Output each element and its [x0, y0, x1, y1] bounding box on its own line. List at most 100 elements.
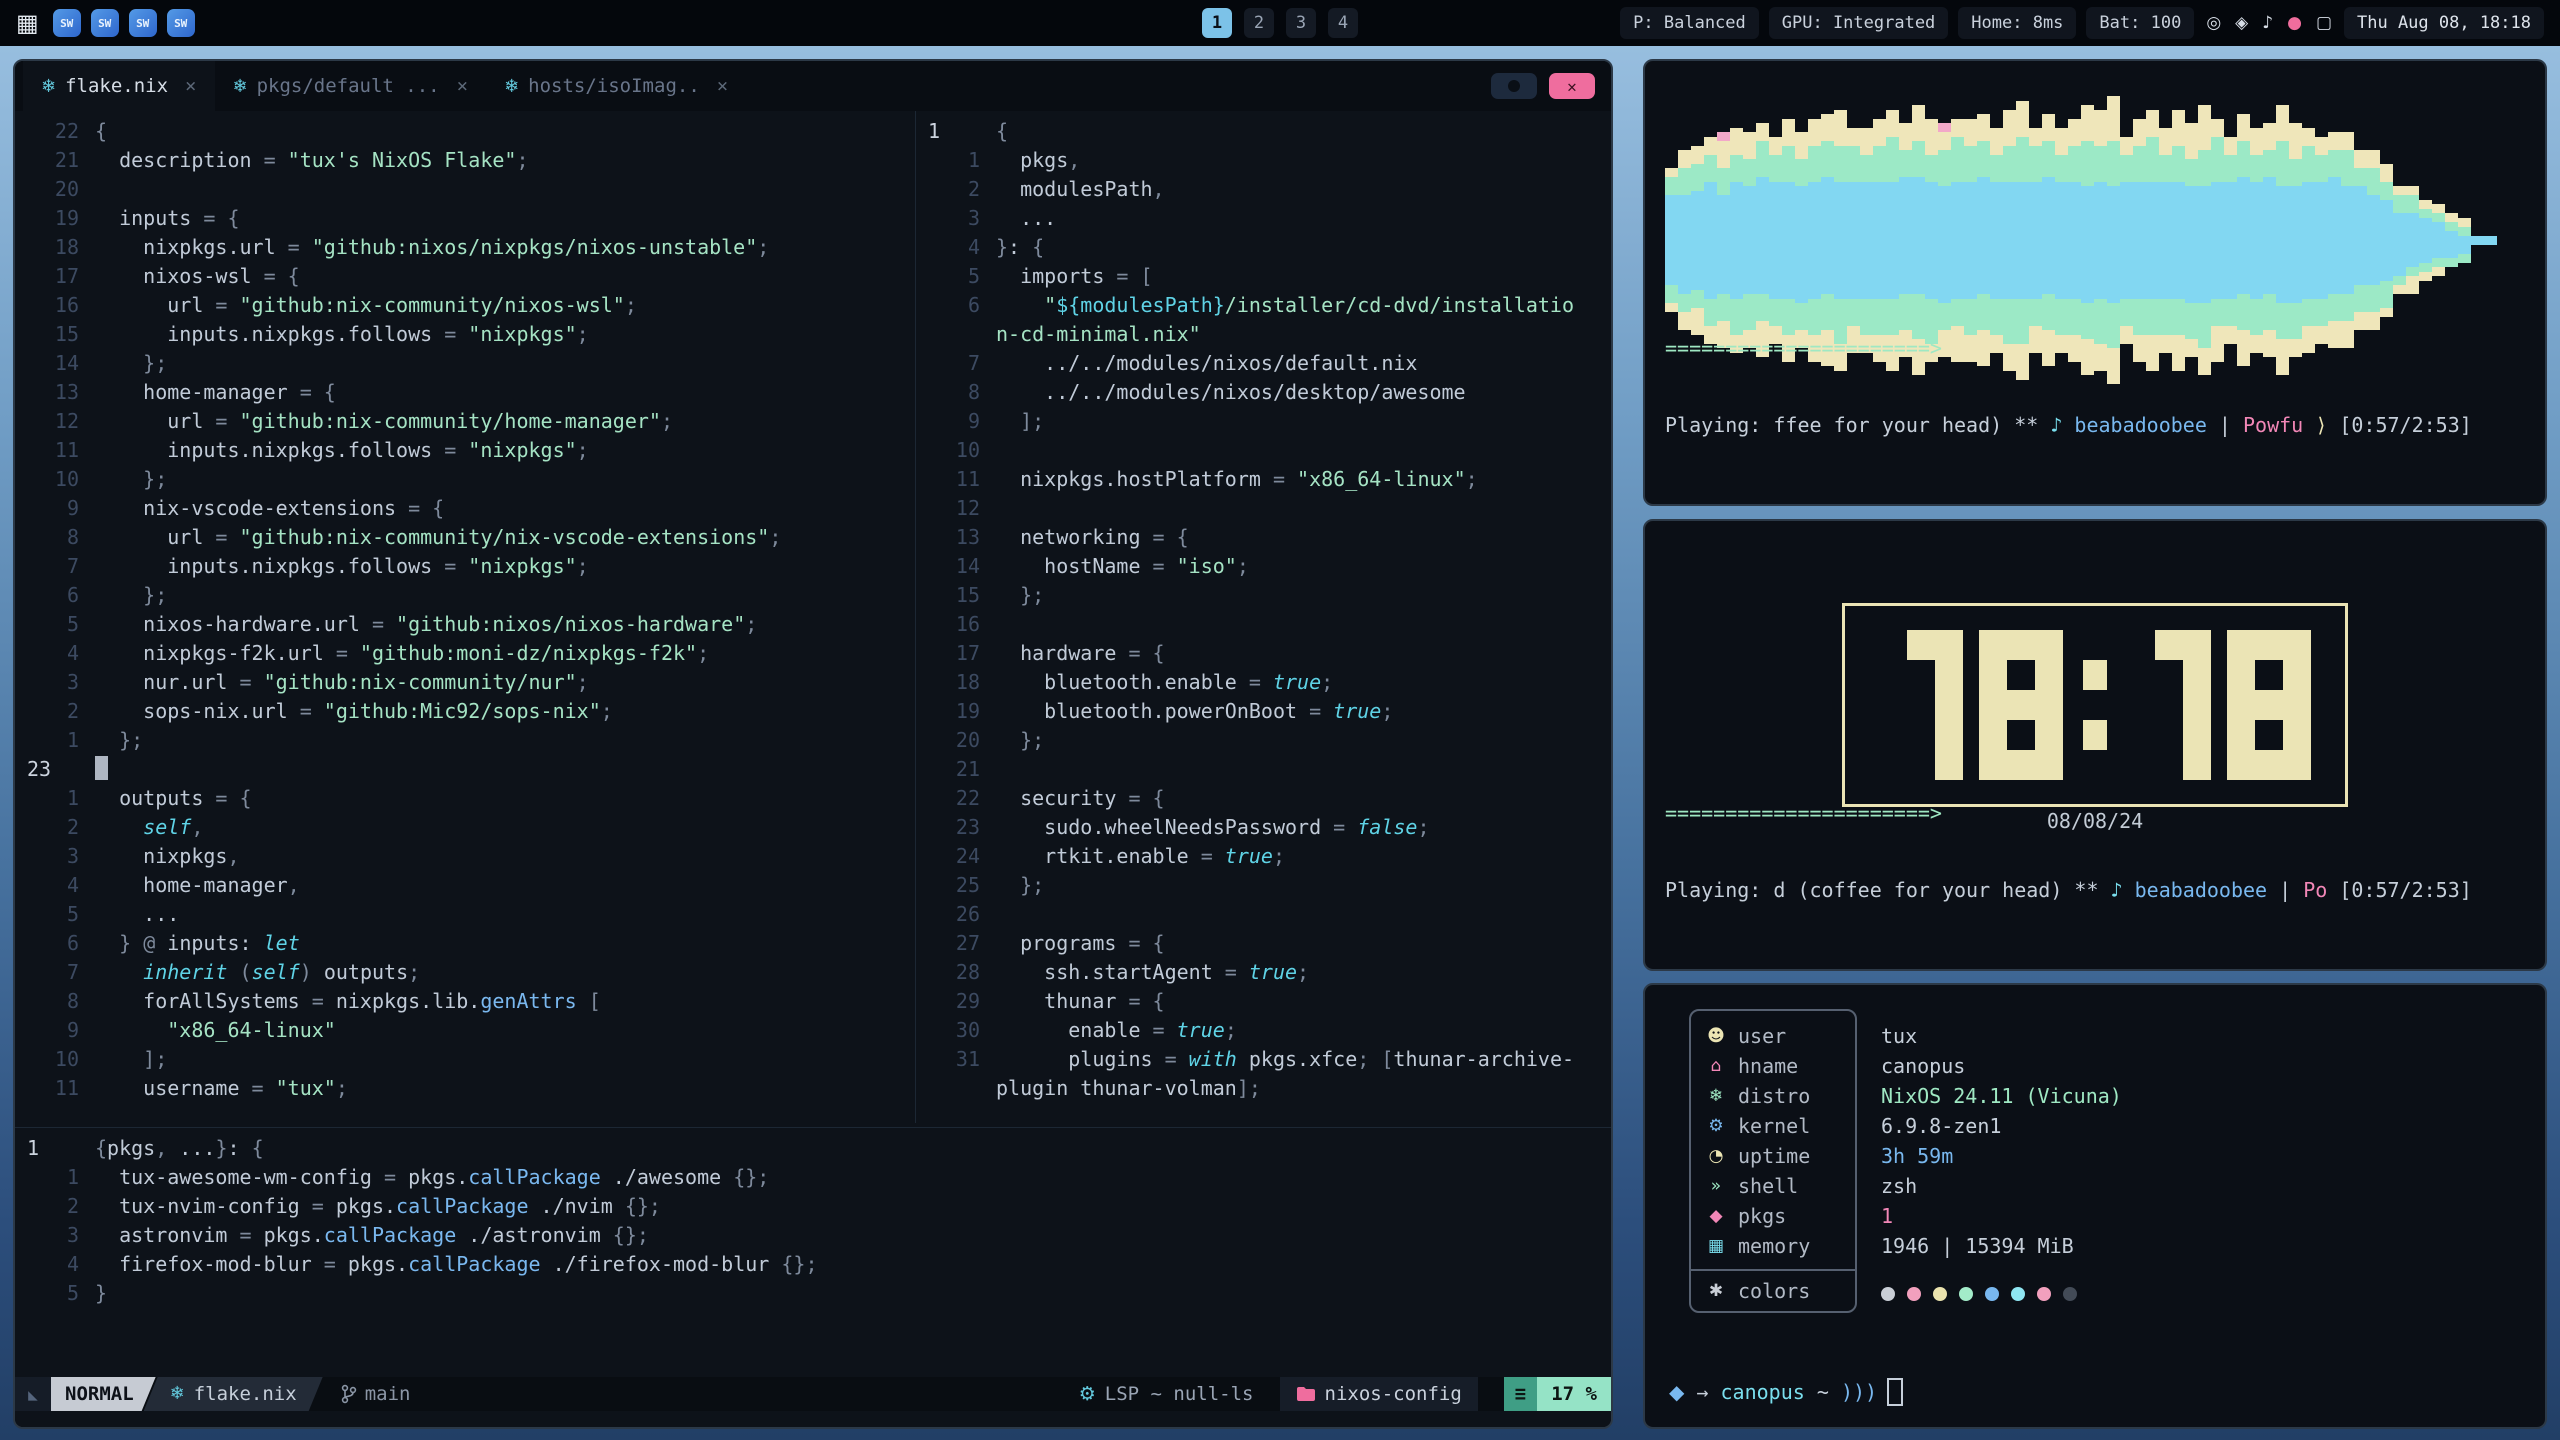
editor-pane-left[interactable]: 22{21 description = "tux's NixOS Flake";…: [15, 111, 915, 1123]
editor-window: ❄flake.nix×❄pkgs/default ...×❄hosts/isoI…: [13, 59, 1613, 1429]
tab-close-icon[interactable]: ×: [185, 75, 196, 97]
tab-close-icon[interactable]: ×: [457, 75, 468, 97]
editor-tab[interactable]: ❄pkgs/default ...×: [215, 61, 487, 111]
digit-cell: [2255, 690, 2283, 720]
taskbar-app-icon[interactable]: SW: [53, 9, 81, 37]
statusline-file: ❄ flake.nix: [144, 1377, 323, 1411]
line-number: 31: [916, 1045, 996, 1074]
workspace-tag[interactable]: 1: [1202, 8, 1232, 38]
visualizer-segment: [2432, 267, 2445, 276]
tab-close-icon[interactable]: ×: [717, 75, 728, 97]
fetch-colors-row: ✱colors: [1691, 1271, 1855, 1311]
line-number: 19: [916, 697, 996, 726]
visualizer-segment: [1691, 164, 1704, 191]
line-number: 6: [916, 291, 996, 320]
visualizer-segment: [1951, 182, 1964, 299]
fetch-value: 1: [1881, 1201, 2122, 1231]
taskbar-app-icon[interactable]: SW: [91, 9, 119, 37]
code-line: 15 };: [916, 581, 1611, 610]
toggle-button[interactable]: [1491, 73, 1537, 99]
shield-icon[interactable]: ◈: [2235, 13, 2248, 33]
fetch-value: canopus: [1881, 1051, 2122, 1081]
volume-icon[interactable]: ♪: [2262, 13, 2273, 33]
code-text: [95, 755, 108, 784]
code-text: n-cd-minimal.nix": [996, 320, 1201, 349]
visualizer-segment: [1990, 155, 2003, 182]
recording-indicator[interactable]: ●: [2287, 13, 2302, 33]
command-line[interactable]: [15, 1411, 1611, 1427]
line-number: 2: [15, 813, 95, 842]
visualizer-segment: [1938, 150, 1951, 186]
digit-cell: [2155, 660, 2183, 690]
digit-cell: [2283, 660, 2311, 690]
line-number: 11: [15, 436, 95, 465]
visualizer-segment: [1704, 137, 1717, 155]
line-number: 11: [15, 1074, 95, 1103]
tray-icon[interactable]: ▢: [2316, 13, 2332, 33]
code-line: 10 ];: [15, 1045, 915, 1074]
network-icon[interactable]: ◎: [2206, 13, 2221, 33]
visualizer-segment: [1951, 119, 1964, 137]
shell-prompt[interactable]: ◆ → canopus ~ ))): [1669, 1377, 1903, 1407]
visualizer-segment: [2380, 164, 2393, 182]
code-text: astronvim = pkgs.callPackage ./astronvim…: [95, 1221, 649, 1250]
code-text: };: [996, 726, 1044, 755]
editor-tab[interactable]: ❄hosts/isoImag..×: [486, 61, 746, 111]
line-number: 5: [15, 1279, 95, 1308]
visualizer-segment: [2419, 263, 2432, 272]
line-number: 12: [15, 407, 95, 436]
code-line: 12: [916, 494, 1611, 523]
code-text: nix-vscode-extensions = {: [95, 494, 444, 523]
code-text: forAllSystems = nixpkgs.lib.genAttrs [: [95, 987, 601, 1016]
editor-pane-right[interactable]: 1{1 pkgs,2 modulesPath,3 ...4}: {5 impor…: [915, 111, 1611, 1123]
text-segment: canopus: [1721, 1377, 1805, 1407]
code-line: 9 "x86_64-linux": [15, 1016, 915, 1045]
visualizer-segment: [2016, 101, 2029, 137]
editor-pane-bottom[interactable]: 1{pkgs, ...}: {1 tux-awesome-wm-config =…: [15, 1127, 1611, 1375]
visualizer-bar: [2445, 213, 2458, 267]
editor-tab[interactable]: ❄flake.nix×: [23, 61, 215, 111]
music-terminal[interactable]: ======================> Playing: ffee fo…: [1643, 59, 2547, 506]
workspace-tag[interactable]: 3: [1286, 8, 1316, 38]
launcher-icon[interactable]: ▦: [16, 9, 39, 37]
line-number: 24: [916, 842, 996, 871]
line-number: 9: [916, 407, 996, 436]
code-text: "x86_64-linux": [95, 1016, 336, 1045]
visualizer-segment: [2406, 213, 2419, 267]
code-text: self,: [95, 813, 203, 842]
lines-icon: ≡: [1504, 1377, 1537, 1411]
fetch-label: shell: [1738, 1174, 1798, 1198]
code-text: url = "github:nix-community/home-manager…: [95, 407, 673, 436]
visualizer-segment: [1808, 146, 1821, 182]
code-line: 21: [916, 755, 1611, 784]
code-line: 14 };: [15, 349, 915, 378]
visualizer-segment: [1873, 182, 1886, 299]
line-number: 2: [15, 697, 95, 726]
code-text: firefox-mod-blur = pkgs.callPackage ./fi…: [95, 1250, 818, 1279]
workspace-tag[interactable]: 4: [1328, 8, 1358, 38]
visualizer-segment: [2354, 150, 2367, 168]
shell-icon: »: [1705, 1176, 1727, 1196]
color-dot: [1933, 1287, 1947, 1301]
code-text: programs = {: [996, 929, 1165, 958]
visualizer-segment: [2380, 200, 2393, 281]
line-number: 14: [916, 552, 996, 581]
taskbar-app-icon[interactable]: SW: [129, 9, 157, 37]
taskbar-app-icon[interactable]: SW: [167, 9, 195, 37]
line-number: 15: [916, 581, 996, 610]
workspace-tag[interactable]: 2: [1244, 8, 1274, 38]
digit-cell: [2283, 690, 2311, 720]
code-line: n-cd-minimal.nix": [916, 320, 1611, 349]
window-buttons: ✕: [1491, 73, 1603, 99]
visualizer-segment: [2081, 141, 2094, 186]
visualizer-segment: [2367, 150, 2380, 168]
code-text: home-manager,: [95, 871, 300, 900]
clock-terminal[interactable]: 08/08/24 ======================> Playing…: [1643, 519, 2547, 971]
fetch-terminal[interactable]: ☻user⌂hname❄distro⚙kernel◔uptime»shell◆p…: [1643, 983, 2547, 1429]
visualizer-segment: [2172, 182, 2185, 299]
digit-cell: [2255, 660, 2283, 690]
visualizer-segment: [2224, 155, 2237, 182]
fetch-label: memory: [1738, 1234, 1810, 1258]
line-number: 3: [15, 668, 95, 697]
close-button[interactable]: ✕: [1549, 73, 1595, 99]
